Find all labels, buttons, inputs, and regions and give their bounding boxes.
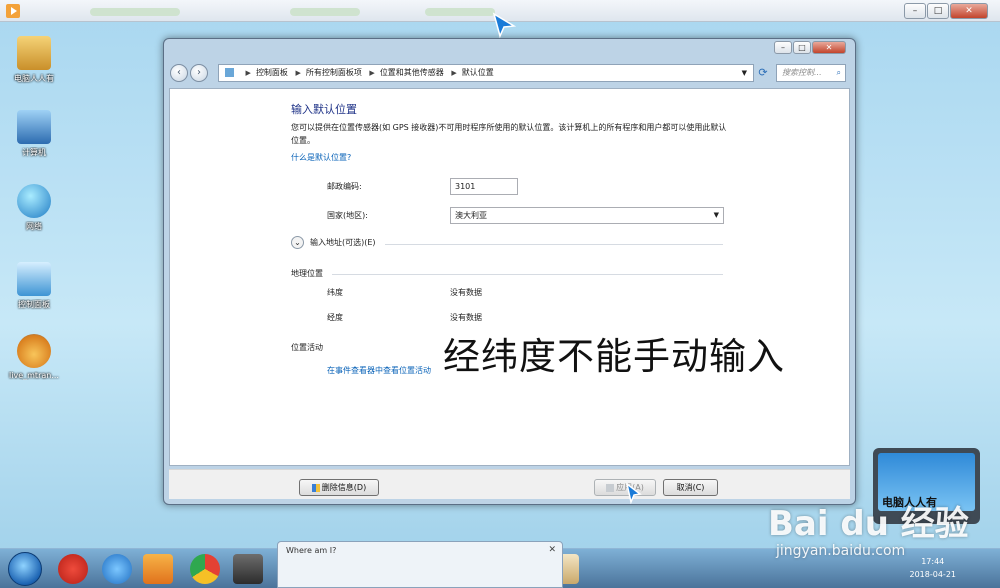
divider: [385, 244, 723, 245]
clock-time: 17:44: [921, 557, 945, 566]
browser-ie-icon[interactable]: [102, 554, 132, 584]
app-red-icon[interactable]: [58, 554, 88, 584]
navigation-bar: ‹ › ▶ 控制面板 ▶ 所有控制面板项 ▶ 位置和其他传感器 ▶ 默认位置 ▼ ⟳ 搜…: [170, 62, 850, 84]
clear-info-button[interactable]: 删除信息(D): [299, 479, 379, 496]
shield-icon: [311, 483, 320, 492]
system-clock[interactable]: 17:44 2018-04-21: [910, 555, 957, 581]
address-bar[interactable]: ▶ 控制面板 ▶ 所有控制面板项 ▶ 位置和其他传感器 ▶ 默认位置 ▼: [218, 64, 754, 82]
breadcrumb-item[interactable]: 所有控制面板项: [306, 68, 362, 77]
maximize-icon[interactable]: □: [927, 3, 949, 19]
default-location-window: – □ ✕ ‹ › ▶ 控制面板 ▶ 所有控制面板项 ▶ 位置和其他传感器 ▶ 默认位置…: [163, 38, 856, 505]
forward-arrow-icon[interactable]: ›: [190, 64, 208, 82]
window-footer: 删除信息(D) 应用(A) 取消(C): [169, 469, 850, 499]
desktop-icon-media-file[interactable]: live_mtran...: [6, 334, 62, 380]
content-panel: 输入默认位置 您可以提供在位置传感器(如 GPS 接收器)不可用时程序所使用的默…: [169, 88, 850, 466]
dropdown-arrow-icon[interactable]: ▼: [742, 65, 747, 81]
longitude-value: 没有数据: [450, 313, 482, 322]
chevron-down-icon: ▼: [713, 211, 719, 219]
desktop-icon-computer[interactable]: 计算机: [6, 110, 62, 158]
cancel-button[interactable]: 取消(C): [663, 479, 718, 496]
chrome-icon[interactable]: [190, 554, 220, 584]
watermark-url: jingyan.baidu.com: [776, 543, 906, 559]
back-arrow-icon[interactable]: ‹: [170, 64, 188, 82]
address-toggle-label[interactable]: 输入地址(可选)(E): [310, 236, 376, 249]
media-file-icon: [17, 334, 51, 368]
activity-section-title: 位置活动: [291, 343, 323, 352]
help-link[interactable]: 什么是默认位置?: [291, 152, 351, 163]
search-input[interactable]: 搜索控制... ⌕: [776, 64, 846, 82]
expand-address-icon[interactable]: ⌄: [291, 236, 304, 249]
play-icon[interactable]: [6, 4, 20, 18]
geo-section-title: 地理位置: [291, 269, 323, 278]
search-placeholder: 搜索控制...: [782, 68, 822, 77]
desktop-icon-control-panel[interactable]: 控制面板: [6, 262, 62, 310]
country-label: 国家(地区):: [327, 211, 368, 220]
blurred-title: [90, 8, 180, 16]
minimize-icon[interactable]: –: [904, 3, 926, 19]
minimize-icon[interactable]: –: [774, 41, 792, 54]
user-folder-icon: [17, 36, 51, 70]
baidu-watermark: Bai du 经验: [768, 504, 969, 544]
breadcrumb-item[interactable]: 位置和其他传感器: [380, 68, 444, 77]
mouse-pointer-icon: [492, 12, 516, 38]
latitude-label: 纬度: [327, 288, 343, 297]
desktop-icon-label: 计算机: [22, 148, 46, 157]
event-viewer-link[interactable]: 在事件查看器中查看位置活动: [327, 365, 431, 376]
search-icon[interactable]: ⌕: [837, 65, 841, 81]
blurred-title: [290, 8, 360, 16]
close-icon[interactable]: ✕: [548, 545, 556, 555]
clear-info-label: 删除信息(D): [321, 483, 367, 492]
close-icon[interactable]: ✕: [812, 41, 846, 54]
country-value: 澳大利亚: [455, 211, 487, 220]
longitude-label: 经度: [327, 313, 343, 322]
breadcrumb-item[interactable]: 控制面板: [256, 68, 288, 77]
taskbar-preview-popup[interactable]: Where am I? ✕: [277, 541, 563, 588]
latitude-value: 没有数据: [450, 288, 482, 297]
computer-icon: [17, 110, 51, 144]
breadcrumb-item[interactable]: 默认位置: [462, 68, 494, 77]
blurred-title: [425, 8, 495, 16]
desktop-icon-label: 控制面板: [18, 300, 50, 309]
start-button[interactable]: [8, 552, 42, 586]
window-title-bar[interactable]: – □ ✕: [164, 39, 855, 61]
postal-code-label: 邮政编码:: [327, 182, 362, 191]
refresh-icon[interactable]: ⟳: [756, 66, 770, 80]
page-title: 输入默认位置: [291, 103, 357, 116]
close-icon[interactable]: ✕: [950, 3, 988, 19]
postal-code-input[interactable]: 3101: [450, 178, 518, 195]
desktop-icon-label: 网络: [26, 222, 42, 231]
shield-icon: [606, 483, 615, 492]
overlay-caption: 经纬度不能手动输入: [443, 335, 785, 378]
desktop-icon-network[interactable]: 网络: [6, 184, 62, 232]
hand-cursor-icon: [625, 482, 642, 504]
control-panel-small-icon: [225, 68, 234, 77]
media-player-icon[interactable]: [143, 554, 173, 584]
desktop-icon-label: 电脑人人有: [14, 74, 54, 83]
divider: [332, 274, 723, 275]
maximize-icon[interactable]: □: [793, 41, 811, 54]
popup-title: Where am I?: [286, 546, 337, 555]
network-icon: [17, 184, 51, 218]
page-description: 您可以提供在位置传感器(如 GPS 接收器)不可用时程序所使用的默认位置。该计算…: [291, 123, 727, 145]
clock-date: 2018-04-21: [909, 570, 957, 579]
country-select[interactable]: 澳大利亚 ▼: [450, 207, 724, 224]
control-panel-icon: [17, 262, 51, 296]
desktop-icon-label: live_mtran...: [9, 371, 59, 380]
app-dark-icon[interactable]: [233, 554, 263, 584]
desktop-icon-user-folder[interactable]: 电脑人人有: [6, 36, 62, 84]
